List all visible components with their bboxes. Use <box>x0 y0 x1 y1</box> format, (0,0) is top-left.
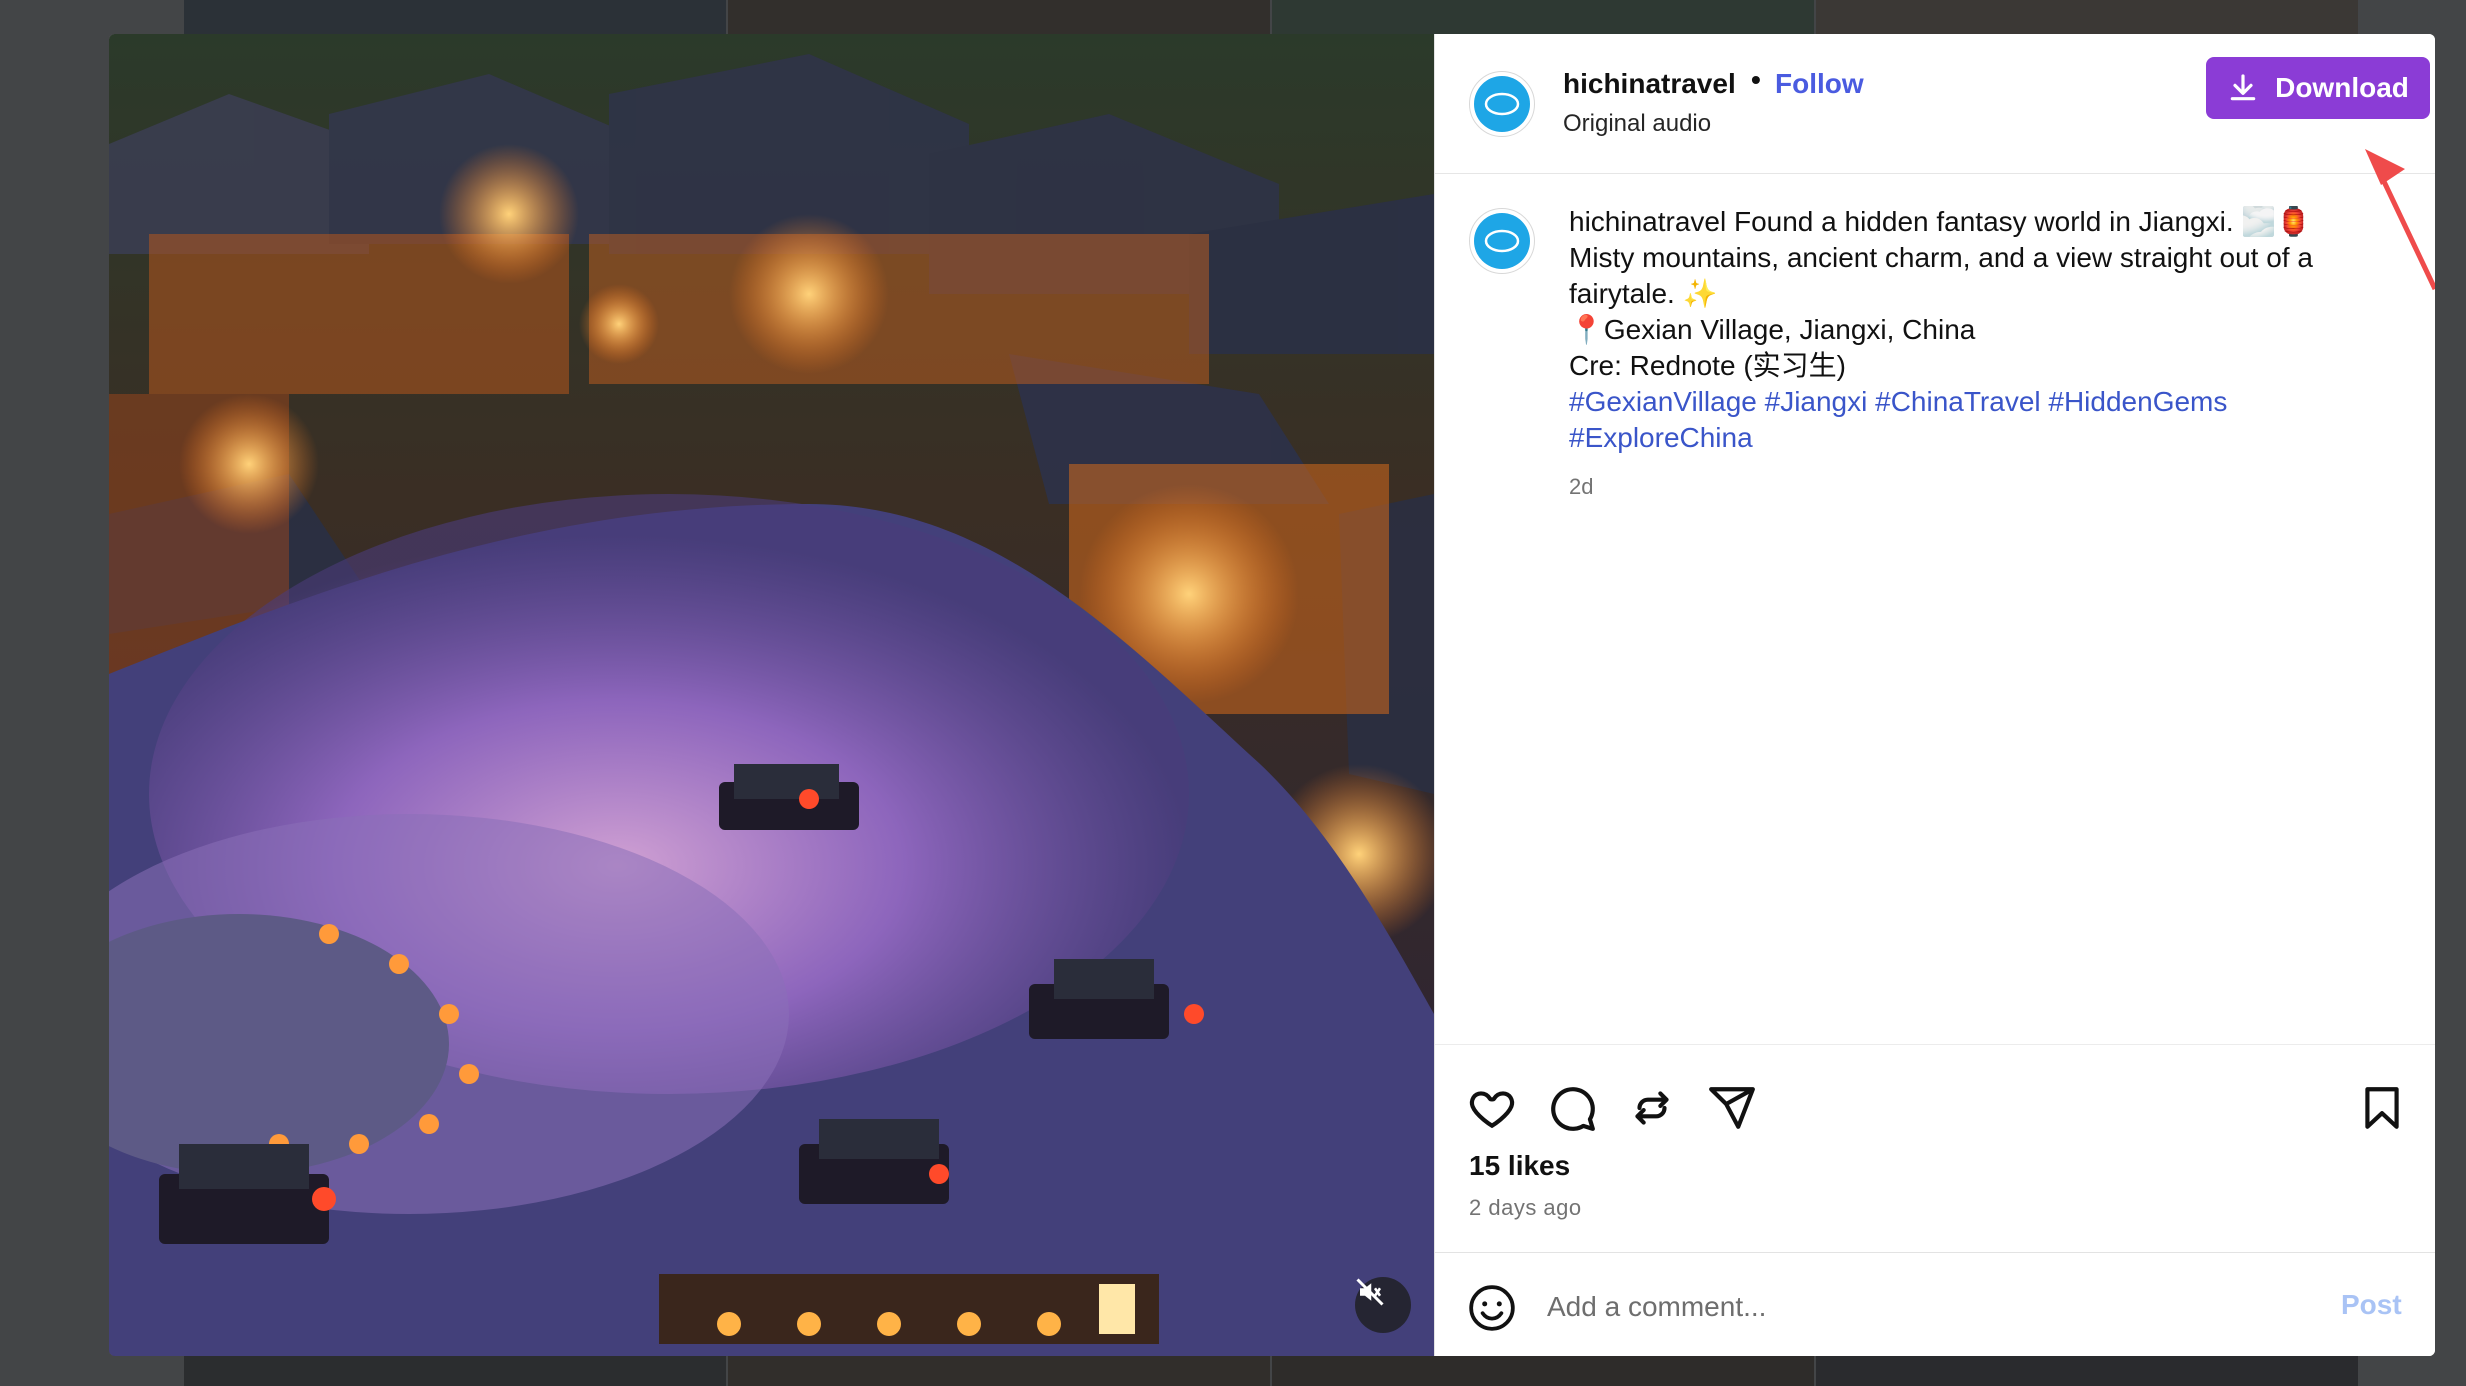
caption-credit: Cre: Rednote (实习生) <box>1569 350 1846 381</box>
comment-input[interactable] <box>1545 1283 2249 1331</box>
download-icon <box>2230 74 2256 101</box>
post-side-panel: hichinatravel • Follow Original audio Do… <box>1434 34 2435 1356</box>
caption-avatar[interactable] <box>1469 208 1535 274</box>
post-comment-button[interactable]: Post <box>2341 1289 2402 1321</box>
caption-username[interactable]: hichinatravel <box>1569 206 1726 237</box>
post-media[interactable] <box>109 34 1434 1356</box>
heart-icon[interactable] <box>1467 1083 1517 1133</box>
download-button[interactable]: Download <box>2206 57 2430 119</box>
hashtags[interactable]: #ExploreChina <box>1569 420 2389 456</box>
avatar[interactable] <box>1469 71 1535 137</box>
username-link[interactable]: hichinatravel <box>1563 68 1736 100</box>
repost-icon[interactable] <box>1627 1083 1677 1133</box>
comment-bar: Post <box>1435 1252 2435 1356</box>
post-modal: hichinatravel • Follow Original audio Do… <box>109 34 2435 1356</box>
post-caption: hichinatravel Found a hidden fantasy wor… <box>1569 204 2389 456</box>
comment-icon[interactable] <box>1547 1083 1597 1133</box>
caption-line: Found a hidden fantasy world in Jiangxi.… <box>1733 206 2312 237</box>
mute-button[interactable] <box>1355 1277 1411 1333</box>
bookmark-icon[interactable] <box>2357 1083 2407 1133</box>
video-frame <box>109 34 1434 1356</box>
caption-age: 2d <box>1569 474 1594 499</box>
avatar-logo <box>1474 213 1530 269</box>
share-icon[interactable] <box>1707 1083 1757 1133</box>
mute-icon <box>1356 1278 1384 1306</box>
hashtags[interactable]: #GexianVillage #Jiangxi #ChinaTravel #Hi… <box>1569 384 2389 420</box>
caption-line: fairytale. ✨ <box>1569 278 1718 309</box>
emoji-icon[interactable] <box>1467 1283 1517 1333</box>
post-header: hichinatravel • Follow Original audio Do… <box>1435 34 2435 174</box>
original-audio-link[interactable]: Original audio <box>1563 110 1711 138</box>
follow-button[interactable]: Follow <box>1775 68 1864 100</box>
caption-location: 📍Gexian Village, Jiangxi, China <box>1569 314 1976 345</box>
post-timestamp: 2 days ago <box>1469 1195 1582 1220</box>
action-bar <box>1435 1044 2435 1145</box>
like-count[interactable]: 15 likes <box>1469 1150 1570 1182</box>
avatar-logo <box>1474 76 1530 132</box>
separator-dot: • <box>1751 64 1761 95</box>
caption-line: Misty mountains, ancient charm, and a vi… <box>1569 242 2313 273</box>
download-label: Download <box>2275 72 2409 103</box>
